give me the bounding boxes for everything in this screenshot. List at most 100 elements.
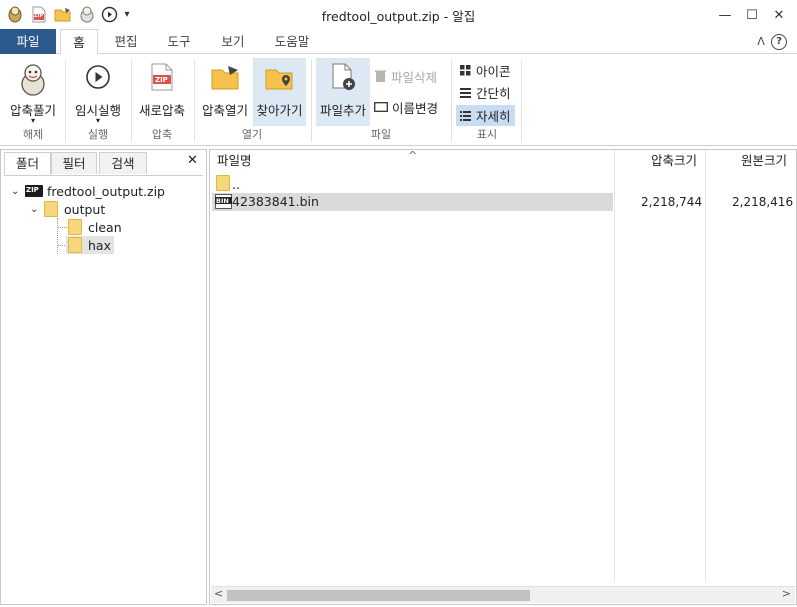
- ribbon-separator: [131, 60, 132, 142]
- ribbon-separator: [65, 60, 66, 142]
- bin-badge-text: BIN: [216, 197, 229, 205]
- group-label-compress: 압축: [151, 128, 173, 141]
- file-list: 파일명 ^ 압축크기 원본크기 .. BIN 42383841.bin 2,21…: [209, 149, 797, 605]
- ribbon-separator: [311, 60, 312, 142]
- temp-run-dropdown-icon[interactable]: ▾: [69, 116, 127, 125]
- tree-label-hax: hax: [88, 237, 111, 253]
- tree-connector: [57, 218, 58, 254]
- close-panel-button[interactable]: ✕: [187, 153, 198, 168]
- folder-location-icon: [265, 69, 293, 90]
- expand-icon[interactable]: ⌄: [11, 186, 25, 197]
- detail-list-icon: [460, 110, 471, 121]
- view-detail-button[interactable]: 자세히: [456, 105, 515, 126]
- tree-label-clean: clean: [88, 219, 122, 235]
- extract-button[interactable]: 압축풀기 ▾: [4, 58, 62, 126]
- add-file-label: 파일추가: [319, 103, 366, 118]
- collapse-ribbon-icon[interactable]: ᐱ: [752, 29, 770, 54]
- sort-indicator-icon: ^: [408, 149, 418, 162]
- file-name: 42383841.bin: [232, 194, 319, 209]
- open-folder-icon: [211, 66, 239, 90]
- panel-divider: [4, 175, 203, 176]
- tree-item-hax[interactable]: hax: [66, 236, 114, 254]
- view-simple-button[interactable]: 간단히: [456, 83, 515, 102]
- scrollbar-thumb[interactable]: [227, 590, 530, 601]
- file-original-size: 2,218,416: [732, 195, 794, 209]
- column-divider: [705, 150, 706, 582]
- tree-item-root[interactable]: ⌄ ZIP fredtool_output.zip: [11, 182, 165, 200]
- tab-file[interactable]: 파일: [0, 29, 56, 54]
- new-compress-label: 새로압축: [138, 103, 185, 118]
- rename-label: 이름변경: [392, 100, 439, 116]
- tree-item-output[interactable]: ⌄ output: [30, 200, 105, 218]
- folder-icon: [44, 201, 58, 217]
- close-button[interactable]: ✕: [766, 4, 792, 26]
- column-header-compressed[interactable]: 압축크기: [651, 150, 697, 172]
- tab-filter[interactable]: 필터: [51, 152, 97, 174]
- extract-icon: [21, 64, 45, 96]
- rename-icon: [374, 102, 388, 112]
- grid-icon: [460, 65, 471, 76]
- ribbon-separator: [451, 60, 452, 142]
- view-detail-label: 자세히: [476, 109, 511, 124]
- tab-folder[interactable]: 폴더: [4, 152, 51, 175]
- window-title: fredtool_output.zip - 알집: [321, 9, 476, 24]
- new-compress-button[interactable]: ZIP 새로압축: [135, 58, 189, 126]
- tab-edit[interactable]: 편집: [104, 29, 148, 54]
- zip-archive-icon: ZIP: [25, 184, 43, 198]
- folder-icon: [216, 175, 230, 191]
- view-icon-button[interactable]: 아이콘: [456, 61, 515, 80]
- bin-file-icon: BIN: [215, 194, 232, 209]
- open-archive-label: 압축열기: [201, 103, 248, 118]
- group-label-file: 파일: [370, 128, 392, 141]
- view-icon-label: 아이콘: [476, 64, 511, 79]
- expand-icon[interactable]: ⌄: [30, 204, 44, 215]
- scroll-left-icon[interactable]: <: [214, 587, 223, 600]
- zip-badge-text: ZIP: [155, 76, 168, 84]
- browse-label: 찾아가기: [256, 103, 303, 118]
- maximize-button[interactable]: ☐: [739, 4, 765, 26]
- group-label-extract: 해제: [22, 128, 44, 141]
- tab-tools[interactable]: 도구: [156, 29, 202, 54]
- folder-icon: [68, 219, 82, 235]
- tab-search[interactable]: 검색: [99, 152, 147, 174]
- scroll-right-icon[interactable]: >: [782, 587, 791, 600]
- add-file-icon: [332, 63, 355, 90]
- file-compressed-size: 2,218,744: [641, 195, 703, 209]
- tree-label-output: output: [64, 201, 106, 217]
- view-simple-label: 간단히: [476, 86, 511, 101]
- tree-label-root: fredtool_output.zip: [47, 183, 165, 199]
- tab-home[interactable]: 홈: [60, 29, 98, 55]
- ribbon: 압축풀기 ▾ 해제 임시실행 ▾ 실행 ZIP 새로압축 압축 압축열기 찾아가…: [0, 54, 797, 146]
- delete-file-button[interactable]: 파일삭제: [374, 67, 437, 85]
- horizontal-scrollbar[interactable]: < >: [211, 586, 795, 603]
- table-row[interactable]: BIN 42383841.bin: [212, 193, 613, 211]
- open-archive-button[interactable]: 압축열기: [198, 58, 252, 126]
- list-icon: [460, 87, 471, 98]
- browse-button[interactable]: 찾아가기: [253, 58, 306, 126]
- folder-panel: 폴더 필터 검색 ✕ ⌄ ZIP fredtool_output.zip ⌄ o…: [0, 149, 207, 605]
- group-label-display: 표시: [476, 128, 498, 141]
- rename-button[interactable]: 이름변경: [374, 98, 438, 116]
- add-file-button[interactable]: 파일추가: [316, 58, 370, 126]
- column-header-name[interactable]: 파일명: [217, 150, 252, 172]
- tab-view[interactable]: 보기: [210, 29, 256, 54]
- tree-connector: [57, 227, 67, 228]
- zip-badge-text: ZIP: [26, 186, 39, 194]
- tab-help[interactable]: 도움말: [264, 29, 320, 54]
- minimize-button[interactable]: —: [712, 4, 738, 26]
- help-icon[interactable]: ?: [771, 34, 787, 50]
- group-label-run: 실행: [87, 128, 109, 141]
- ribbon-tab-bar: 파일 홈 편집 도구 보기 도움말 ᐱ ?: [0, 29, 797, 55]
- delete-file-label: 파일삭제: [391, 69, 438, 85]
- column-divider: [614, 150, 615, 582]
- title-bar: ZIP ▾ fredtool_output.zip - 알집 — ☐ ✕: [0, 0, 797, 29]
- parent-label: ..: [232, 177, 240, 192]
- play-icon: [86, 65, 110, 89]
- extract-dropdown-icon[interactable]: ▾: [4, 116, 62, 125]
- column-header-original[interactable]: 원본크기: [741, 150, 787, 172]
- tree-item-clean[interactable]: clean: [68, 218, 122, 236]
- temp-run-button[interactable]: 임시실행 ▾: [69, 58, 127, 126]
- trash-icon: [375, 70, 386, 82]
- list-item-parent[interactable]: ..: [212, 174, 796, 192]
- folder-icon: [68, 237, 82, 253]
